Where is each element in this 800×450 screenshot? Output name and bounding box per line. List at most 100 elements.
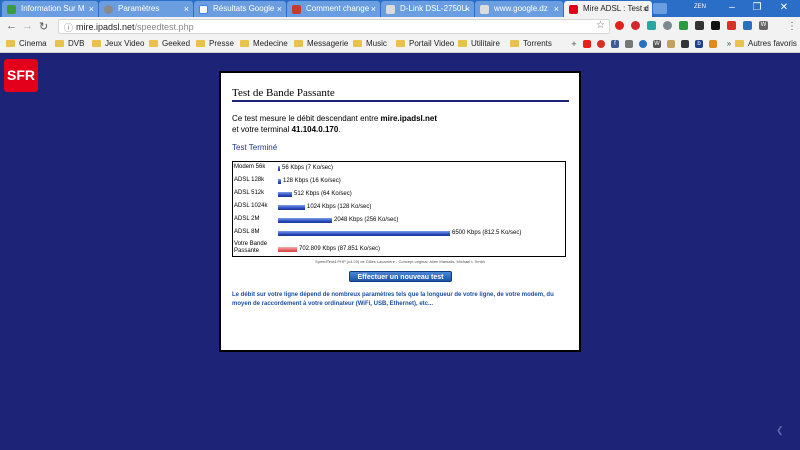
close-window-icon[interactable]: ✕: [774, 2, 794, 13]
server-host: mire.ipadsl.net: [380, 114, 437, 123]
tab-favicon-icon: [7, 5, 16, 14]
folder-icon: [6, 40, 15, 47]
bookmark-folder-messagerie[interactable]: Messagerie: [294, 38, 348, 50]
bookmark-folder-presse[interactable]: Presse: [196, 38, 234, 50]
tab-close-icon[interactable]: ×: [465, 1, 470, 17]
bookmark-folder-music[interactable]: Music: [353, 38, 387, 50]
tab-information[interactable]: Information Sur M ×: [2, 1, 98, 17]
extension-dark-icon[interactable]: [695, 21, 704, 30]
bookmark-facebook-icon[interactable]: f: [611, 40, 619, 48]
reference-bar: [278, 166, 280, 171]
forward-icon[interactable]: →: [22, 20, 33, 32]
client-ip: 41.104.0.170: [291, 125, 339, 134]
result-label: ADSL 128k: [234, 177, 265, 183]
bookmark-folder-other[interactable]: Autres favoris: [735, 38, 797, 50]
result-row: Modem 56k 56 Kbps (7 Ko/sec): [233, 164, 563, 176]
tab-close-icon[interactable]: ×: [89, 1, 94, 17]
result-value: 1024 Kbps (128 Ko/sec): [307, 204, 372, 210]
bookmark-label: DVB: [68, 39, 85, 48]
folder-icon: [196, 40, 205, 47]
folder-icon: [240, 40, 249, 47]
extension-grey-icon[interactable]: [663, 21, 672, 30]
extension-green-icon[interactable]: [679, 21, 688, 30]
tab-parametres[interactable]: Paramètres ×: [99, 1, 193, 17]
result-label: ADSL 512k: [234, 190, 265, 196]
bookmark-folder-utilitaire[interactable]: Utilitaire: [458, 38, 500, 50]
speedtest-panel: Test de Bande Passante Ce test mesure le…: [219, 71, 581, 352]
result-value: 2048 Kbps (256 Ko/sec): [334, 217, 399, 223]
bookmark-folder-jeux-video[interactable]: Jeux Video: [92, 38, 144, 50]
extension-w-icon[interactable]: W: [759, 21, 768, 30]
intro-text-2: et votre terminal: [232, 125, 292, 134]
user-profile-chip[interactable]: ZEN: [694, 4, 706, 10]
bookmark-orange-icon[interactable]: [709, 40, 717, 48]
result-label: Modem 56k: [234, 164, 266, 170]
tab-close-icon[interactable]: ×: [277, 1, 282, 17]
bookmark-label: Geeked: [162, 39, 191, 48]
folder-icon: [396, 40, 405, 47]
menu-icon[interactable]: ⋮: [787, 21, 797, 32]
site-icon: [292, 5, 301, 14]
bookmarks-bar: Cinema DVB Jeux Video Geeked Presse Mede…: [0, 36, 800, 53]
reference-bar: [278, 205, 305, 210]
bookmark-label: Music: [366, 39, 387, 48]
bookmark-photo-icon[interactable]: [667, 40, 675, 48]
bookmark-plus-icon[interactable]: +: [570, 40, 578, 49]
bookmark-label: Torrents: [523, 39, 552, 48]
page-caret-icon[interactable]: ❮: [776, 425, 784, 436]
bookmark-folder-cinema[interactable]: Cinema: [6, 38, 47, 50]
tab-close-icon[interactable]: ×: [554, 1, 559, 17]
extension-teal-icon[interactable]: [647, 21, 656, 30]
bookmark-label: Medecine: [253, 39, 288, 48]
browser-titlebar: Information Sur M × Paramètres × Résulta…: [0, 0, 800, 17]
bookmark-red-icon[interactable]: [597, 40, 605, 48]
result-row: ADSL 128k 128 Kbps (16 Ko/sec): [233, 177, 563, 189]
tab-dlink[interactable]: D-Link DSL-2750U ×: [381, 1, 474, 17]
bookmark-folder-geeked[interactable]: Geeked: [149, 38, 190, 50]
bookmark-dark-icon[interactable]: [681, 40, 689, 48]
extension-mail-icon[interactable]: [727, 21, 736, 30]
bookmark-folder-medecine[interactable]: Medecine: [240, 38, 288, 50]
extension-opera-icon[interactable]: [631, 21, 640, 30]
sfr-logo[interactable]: SFR: [4, 59, 38, 92]
extension-blue-icon[interactable]: [743, 21, 752, 30]
tab-close-icon[interactable]: ×: [371, 1, 376, 17]
page-info-icon[interactable]: ⓘ: [64, 21, 73, 34]
extension-black-icon[interactable]: [711, 21, 720, 30]
bookmark-label: Utilitaire: [471, 39, 500, 48]
reload-icon[interactable]: ↻: [39, 20, 48, 33]
bookmark-blue-icon[interactable]: [639, 40, 647, 48]
bookmark-more-icon[interactable]: »: [725, 40, 733, 48]
address-bar[interactable]: ⓘ mire.ipadsl.net/speedtest.php ☆: [58, 19, 610, 34]
folder-icon: [149, 40, 158, 47]
bookmark-folder-portail-video[interactable]: Portail Video: [396, 38, 454, 50]
bookmark-star-icon[interactable]: ☆: [596, 20, 605, 31]
tab-comment-changer[interactable]: Comment change ×: [287, 1, 380, 17]
minimize-icon[interactable]: –: [722, 2, 742, 13]
retest-button[interactable]: Effectuer un nouveau test: [349, 271, 452, 282]
extension-red-icon[interactable]: [615, 21, 624, 30]
bookmark-grey-icon[interactable]: [625, 40, 633, 48]
sfr-favicon-icon: [569, 5, 578, 14]
bookmark-folder-dvb[interactable]: DVB: [55, 38, 84, 50]
back-icon[interactable]: ←: [6, 20, 17, 32]
credits-text: SpeedTest4.PHP (v4.29) de Gilles Lacarri…: [315, 259, 485, 264]
result-row: ADSL 2M 2048 Kbps (256 Ko/sec): [233, 216, 563, 228]
new-tab-button[interactable]: [653, 3, 667, 14]
result-label: Votre Bande Passante: [234, 241, 268, 254]
bookmark-b-icon[interactable]: b: [695, 40, 703, 48]
tab-google-dz[interactable]: www.google.dz ×: [475, 1, 563, 17]
gear-icon: [104, 5, 113, 14]
tab-mire-adsl[interactable]: Mire ADSL : Test d ×: [564, 1, 652, 17]
restore-icon[interactable]: ❐: [747, 2, 767, 13]
results-chart: Modem 56k 56 Kbps (7 Ko/sec) ADSL 128k 128 …: [232, 161, 566, 257]
bookmark-label: Autres favoris: [748, 39, 797, 48]
tab-close-icon[interactable]: ×: [184, 1, 189, 17]
bookmark-youtube-icon[interactable]: [583, 40, 591, 48]
bookmark-folder-torrents[interactable]: Torrents: [510, 38, 552, 50]
tab-close-icon[interactable]: ×: [643, 1, 648, 17]
result-row: ADSL 1024k 1024 Kbps (128 Ko/sec): [233, 203, 563, 215]
google-icon: [199, 5, 208, 14]
tab-google-results[interactable]: Résultats Google ×: [194, 1, 286, 17]
bookmark-w-icon[interactable]: W: [653, 40, 661, 48]
